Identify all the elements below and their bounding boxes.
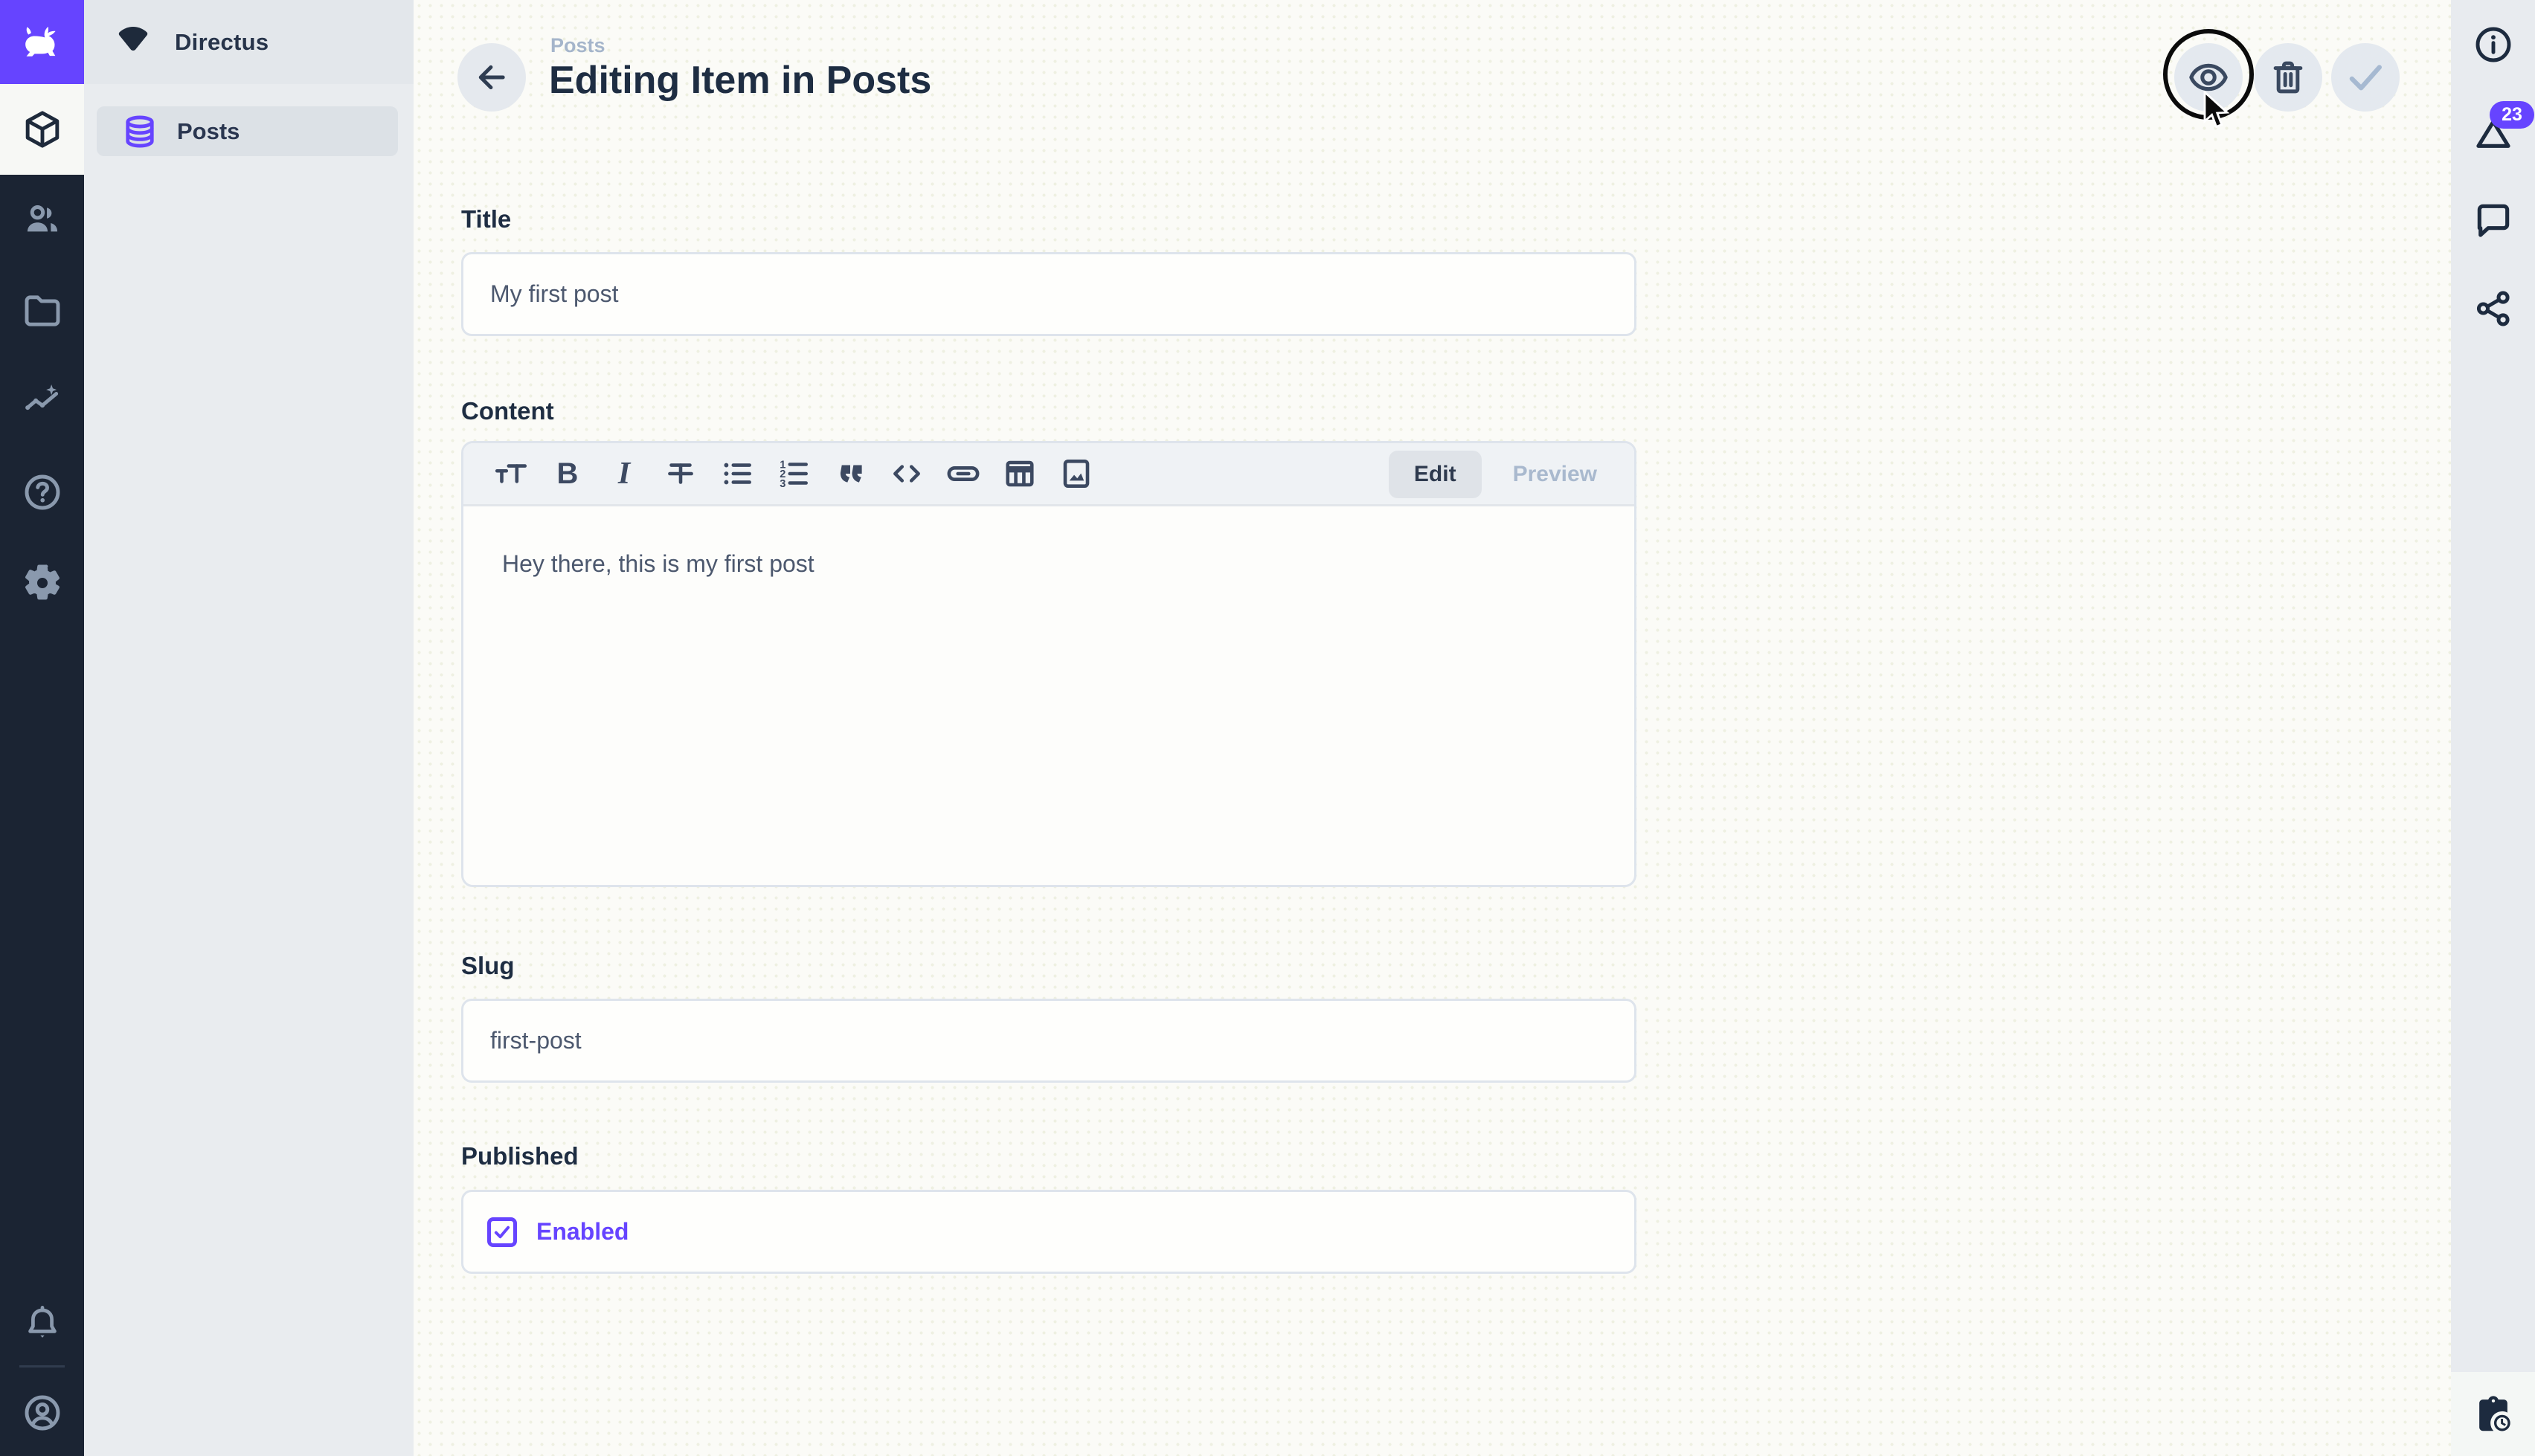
files-folder-icon (22, 290, 63, 332)
nav-item-label: Posts (177, 118, 240, 145)
table-button[interactable] (992, 445, 1048, 502)
share-sidebar-button[interactable] (2451, 268, 2535, 349)
bulleted-list-button[interactable] (709, 445, 765, 502)
module-bar-divider (19, 1365, 65, 1368)
blockquote-button[interactable] (822, 445, 878, 502)
image-icon (1058, 455, 1095, 492)
back-button[interactable] (457, 43, 526, 112)
project-name: Directus (175, 29, 269, 56)
comments-sidebar-button[interactable] (2451, 179, 2535, 261)
module-users[interactable] (0, 175, 84, 265)
preview-button[interactable] (2174, 43, 2243, 112)
notifications-button[interactable] (0, 1283, 84, 1365)
save-button[interactable] (2331, 43, 2400, 112)
module-files[interactable] (0, 265, 84, 356)
insights-chart-icon (22, 381, 63, 422)
link-icon (945, 455, 982, 492)
share-icon (2473, 288, 2514, 329)
database-icon (121, 112, 159, 151)
project-info[interactable]: Directus (84, 0, 414, 84)
module-settings[interactable] (0, 538, 84, 628)
module-help[interactable] (0, 447, 84, 538)
module-content[interactable] (0, 84, 84, 175)
content-editor: B I (461, 441, 1636, 887)
notifications-bell-icon (22, 1304, 62, 1344)
module-bar (0, 0, 84, 1456)
directus-logomark-icon (111, 20, 155, 65)
slug-field-label: Slug (461, 952, 515, 980)
navigation-sidebar: Directus Posts (84, 0, 414, 1456)
table-icon (1001, 455, 1038, 492)
bulleted-list-icon (719, 455, 756, 492)
check-icon (2344, 56, 2387, 99)
format-size-button[interactable] (483, 445, 539, 502)
content-cube-icon (22, 109, 63, 150)
page-title: Editing Item in Posts (549, 58, 931, 103)
checkbox-checked-icon[interactable] (487, 1217, 517, 1247)
numbered-list-icon: 1 2 3 (775, 455, 812, 492)
arrow-left-icon (472, 58, 511, 97)
editor-toolbar: B I (463, 443, 1634, 506)
nav-item-posts[interactable]: Posts (97, 106, 398, 156)
blockquote-icon (832, 455, 869, 492)
strikethrough-button[interactable] (652, 445, 709, 502)
directus-rabbit-logo (18, 18, 67, 67)
trash-icon (2268, 57, 2308, 97)
link-button[interactable] (935, 445, 992, 502)
published-checkbox-label: Enabled (536, 1218, 629, 1246)
bold-icon: B (557, 457, 579, 491)
format-size-icon (492, 455, 530, 492)
italic-icon: I (618, 456, 630, 492)
delete-button[interactable] (2254, 43, 2322, 112)
eye-icon (2187, 56, 2230, 99)
title-input[interactable] (461, 252, 1636, 336)
editor-mode-tabs: Edit Preview (1389, 451, 1622, 498)
help-question-icon (22, 471, 63, 513)
info-icon (2473, 24, 2514, 65)
right-sidebar: 23 (2451, 0, 2535, 1456)
module-insights[interactable] (0, 356, 84, 447)
account-avatar-icon (22, 1392, 63, 1434)
info-sidebar-button[interactable] (2451, 4, 2535, 86)
pending-actions-clipboard-icon (2472, 1393, 2515, 1436)
directus-logo-button[interactable] (0, 0, 84, 84)
content-editor-body[interactable]: Hey there, this is my first post (463, 509, 1634, 885)
pending-actions-button[interactable] (2451, 1372, 2535, 1456)
account-button[interactable] (0, 1372, 84, 1454)
title-field-label: Title (461, 205, 511, 233)
breadcrumb[interactable]: Posts (550, 34, 605, 57)
users-icon (22, 199, 63, 241)
directus-app: Directus Posts Posts Editi (0, 0, 2535, 1456)
content-field-label: Content (461, 397, 554, 425)
image-button[interactable] (1048, 445, 1105, 502)
comments-bubble-icon (2473, 199, 2514, 241)
settings-gear-icon (22, 562, 63, 604)
tab-preview[interactable]: Preview (1488, 451, 1622, 498)
numbered-list-button[interactable]: 1 2 3 (765, 445, 822, 502)
code-icon (888, 455, 925, 492)
slug-input[interactable] (461, 999, 1636, 1083)
code-button[interactable] (878, 445, 935, 502)
bold-button[interactable]: B (539, 445, 596, 502)
revisions-count-badge: 23 (2490, 101, 2534, 129)
published-checkbox-field[interactable]: Enabled (461, 1190, 1636, 1274)
published-field-label: Published (461, 1142, 579, 1170)
tab-edit[interactable]: Edit (1389, 451, 1482, 498)
strikethrough-icon (662, 455, 699, 492)
svg-text:3: 3 (780, 478, 785, 490)
main-content: Posts Editing Item in Posts (414, 0, 2451, 1456)
italic-button[interactable]: I (596, 445, 652, 502)
